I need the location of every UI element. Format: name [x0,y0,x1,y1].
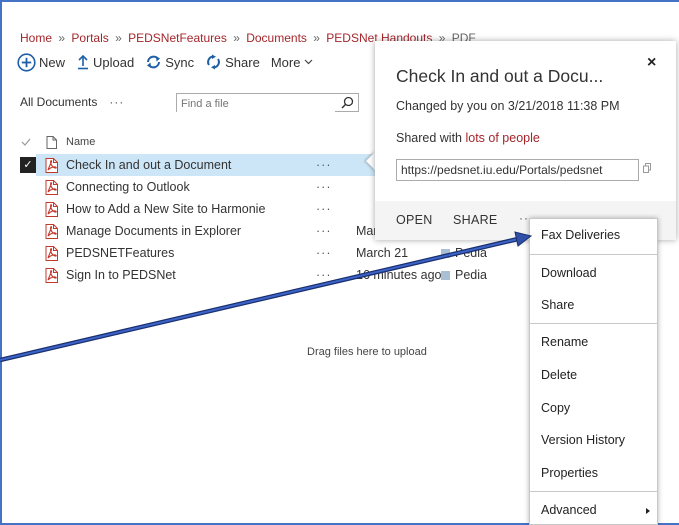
annotation-arrow [0,231,533,363]
